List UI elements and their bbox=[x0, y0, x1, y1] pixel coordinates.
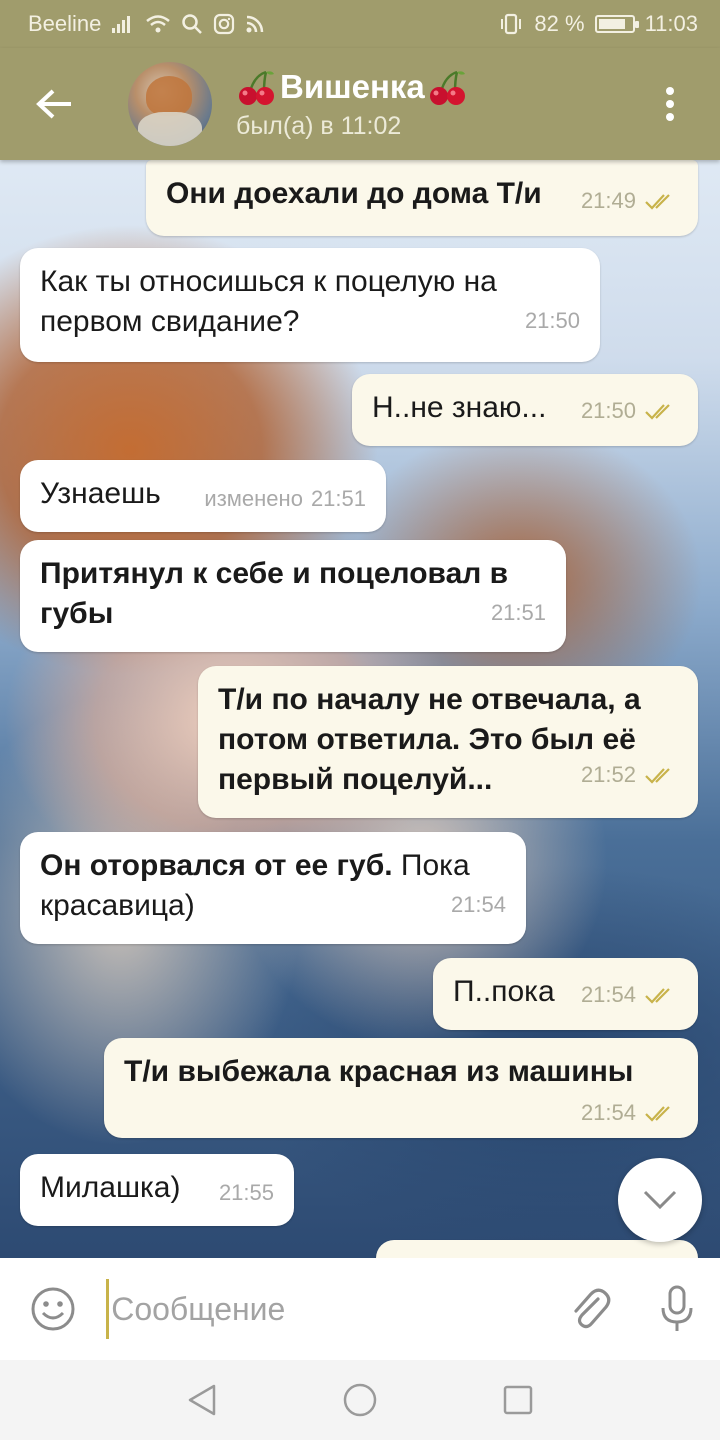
last-seen-status: был(а) в 11:02 bbox=[236, 111, 402, 140]
message-time: 21:54 bbox=[580, 1100, 636, 1125]
system-nav-bar bbox=[0, 1360, 720, 1440]
triangle-back-icon bbox=[188, 1384, 216, 1416]
square-recents-icon bbox=[503, 1385, 533, 1415]
chat-title-row: Вишенка bbox=[236, 68, 469, 106]
battery-percent: 82 % bbox=[534, 11, 585, 36]
vibrate-icon bbox=[498, 13, 524, 35]
more-vertical-icon bbox=[666, 87, 674, 121]
message-time: 21:55 bbox=[218, 1180, 274, 1205]
message-meta: 21:54 bbox=[451, 890, 506, 920]
more-menu-button[interactable] bbox=[620, 48, 720, 160]
back-button[interactable] bbox=[0, 48, 110, 160]
wifi-icon bbox=[145, 14, 171, 34]
nav-home-button[interactable] bbox=[335, 1375, 385, 1425]
message-meta: 21:51 bbox=[491, 598, 546, 628]
chat-header: Вишенка был(а) в 11:02 bbox=[0, 48, 720, 160]
clock: 11:03 bbox=[644, 11, 698, 36]
cherries-icon bbox=[239, 70, 274, 105]
message-time: 21:54 bbox=[450, 892, 506, 917]
search-icon bbox=[181, 13, 203, 35]
message-bubble[interactable]: Они доехали до дома Т/и 21:49 bbox=[146, 160, 698, 236]
message-text: Как ты относишься к поцелую на первом св… bbox=[40, 265, 497, 338]
message-bubble[interactable]: Т/и по началу не отвечала, а потом ответ… bbox=[198, 666, 698, 818]
nav-recents-button[interactable] bbox=[493, 1375, 543, 1425]
cherries-icon bbox=[429, 70, 465, 105]
message-text: П..пока bbox=[453, 975, 555, 1008]
message-text: Т/и выбежала красная из машины bbox=[124, 1055, 634, 1088]
paperclip-icon bbox=[574, 1288, 610, 1329]
scroll-down-button[interactable] bbox=[618, 1158, 702, 1242]
message-time: 21:54 bbox=[580, 982, 636, 1007]
smiley-icon bbox=[31, 1287, 75, 1331]
microphone-button[interactable] bbox=[633, 1258, 720, 1360]
message-bubble[interactable]: Узнаешь изменено 21:51 bbox=[20, 460, 386, 532]
message-text: Узнаешь bbox=[40, 477, 161, 510]
message-time: 21:50 bbox=[580, 398, 636, 423]
message-meta: изменено 21:51 bbox=[204, 484, 366, 514]
message-meta: 21:54 bbox=[581, 1098, 678, 1128]
circle-home-icon bbox=[343, 1383, 377, 1417]
message-time: 21:51 bbox=[310, 486, 366, 511]
chevron-down-icon bbox=[643, 1190, 677, 1210]
message-list[interactable]: Они доехали до дома Т/и 21:49 Как ты отн… bbox=[0, 160, 720, 1258]
message-text: Они доехали до дома Т/и bbox=[166, 177, 542, 210]
double-check-icon bbox=[645, 1106, 670, 1122]
double-check-icon bbox=[645, 768, 670, 784]
message-bubble[interactable]: Притянул к себе и поцеловал в губы 21:51 bbox=[20, 540, 566, 652]
avatar[interactable] bbox=[128, 62, 212, 146]
message-text: Милашка) bbox=[40, 1171, 181, 1204]
double-check-icon bbox=[645, 194, 670, 210]
message-meta: 21:54 bbox=[581, 980, 678, 1010]
battery-fill bbox=[598, 19, 625, 29]
composer bbox=[0, 1258, 720, 1360]
message-time: 21:49 bbox=[580, 188, 636, 213]
message-time: 21:51 bbox=[490, 600, 546, 625]
signal-icon bbox=[111, 14, 135, 34]
attach-button[interactable] bbox=[546, 1258, 633, 1360]
message-meta: 21:50 bbox=[525, 306, 580, 336]
message-bubble[interactable]: Он оторвался от ее губ. Пока красавица) … bbox=[20, 832, 526, 944]
instagram-icon bbox=[213, 13, 235, 35]
message-bubble[interactable]: Как ты относишься к поцелую на первом св… bbox=[20, 248, 600, 362]
double-check-icon bbox=[645, 988, 670, 1004]
message-text: Т/и по началу не отвечала, а потом ответ… bbox=[218, 683, 641, 796]
nav-back-button[interactable] bbox=[177, 1375, 227, 1425]
status-bar: Beeline 82 % 11:03 bbox=[0, 0, 720, 48]
message-meta: 21:55 bbox=[219, 1178, 274, 1208]
message-meta: 21:49 bbox=[581, 186, 678, 216]
message-bubble[interactable]: Н..не знаю... 21:50 bbox=[352, 374, 698, 446]
double-check-icon bbox=[645, 404, 670, 420]
message-text: Н..не знаю... bbox=[372, 391, 547, 424]
message-time: 21:50 bbox=[524, 308, 580, 333]
message-meta: 21:52 bbox=[581, 760, 678, 790]
message-time: 21:52 bbox=[580, 762, 636, 787]
emoji-button[interactable] bbox=[0, 1258, 106, 1360]
microphone-icon bbox=[661, 1285, 693, 1331]
message-bubble[interactable]: Т/и выбежала красная из машины 21:54 bbox=[104, 1038, 698, 1138]
message-text: Притянул к себе и поцеловал в губы bbox=[40, 557, 509, 630]
back-arrow-icon bbox=[36, 89, 71, 119]
message-bubble[interactable]: П..пока 21:54 bbox=[433, 958, 698, 1030]
chat-title-block[interactable]: Вишенка был(а) в 11:02 bbox=[236, 68, 469, 141]
carrier-name: Beeline bbox=[28, 11, 102, 36]
battery-icon bbox=[594, 15, 639, 33]
message-input[interactable] bbox=[106, 1279, 537, 1339]
message-meta: 21:50 bbox=[581, 396, 678, 426]
message-bubble-partial[interactable] bbox=[376, 1240, 698, 1258]
rss-icon bbox=[245, 14, 265, 34]
chat-title: Вишенка bbox=[280, 67, 425, 105]
message-bubble[interactable]: Милашка) 21:55 bbox=[20, 1154, 294, 1226]
edited-label: изменено bbox=[204, 486, 303, 511]
message-text-bold: Он оторвался от ее губ. bbox=[40, 849, 393, 882]
